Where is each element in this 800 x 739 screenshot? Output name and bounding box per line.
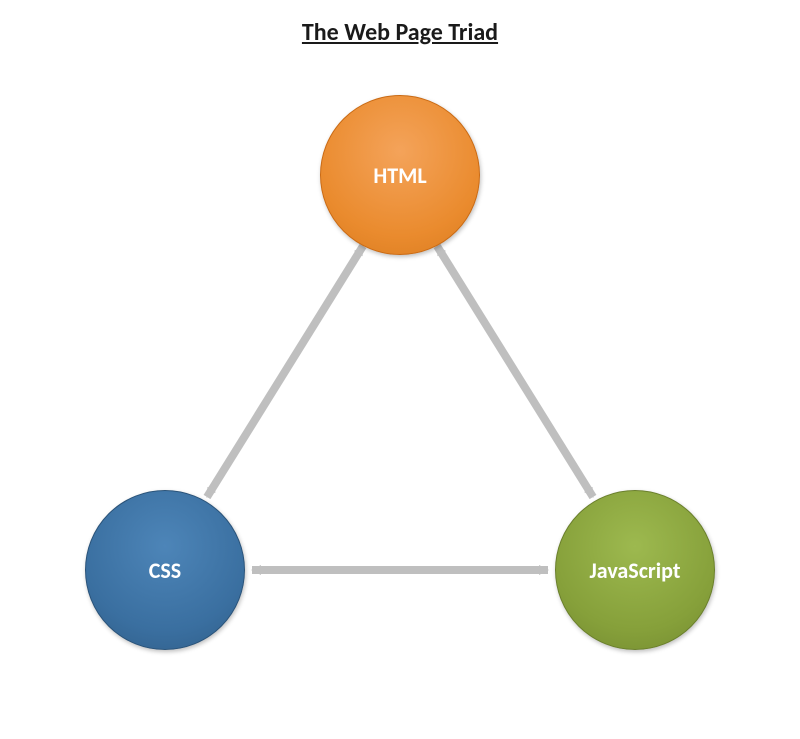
edge-html-css bbox=[207, 246, 363, 497]
node-html: HTML bbox=[320, 95, 480, 255]
edge-html-js bbox=[437, 246, 593, 497]
node-html-label: HTML bbox=[373, 162, 426, 189]
node-css-label: CSS bbox=[149, 557, 181, 584]
node-js-label: JavaScript bbox=[590, 557, 681, 584]
node-css: CSS bbox=[85, 490, 245, 650]
node-js: JavaScript bbox=[555, 490, 715, 650]
